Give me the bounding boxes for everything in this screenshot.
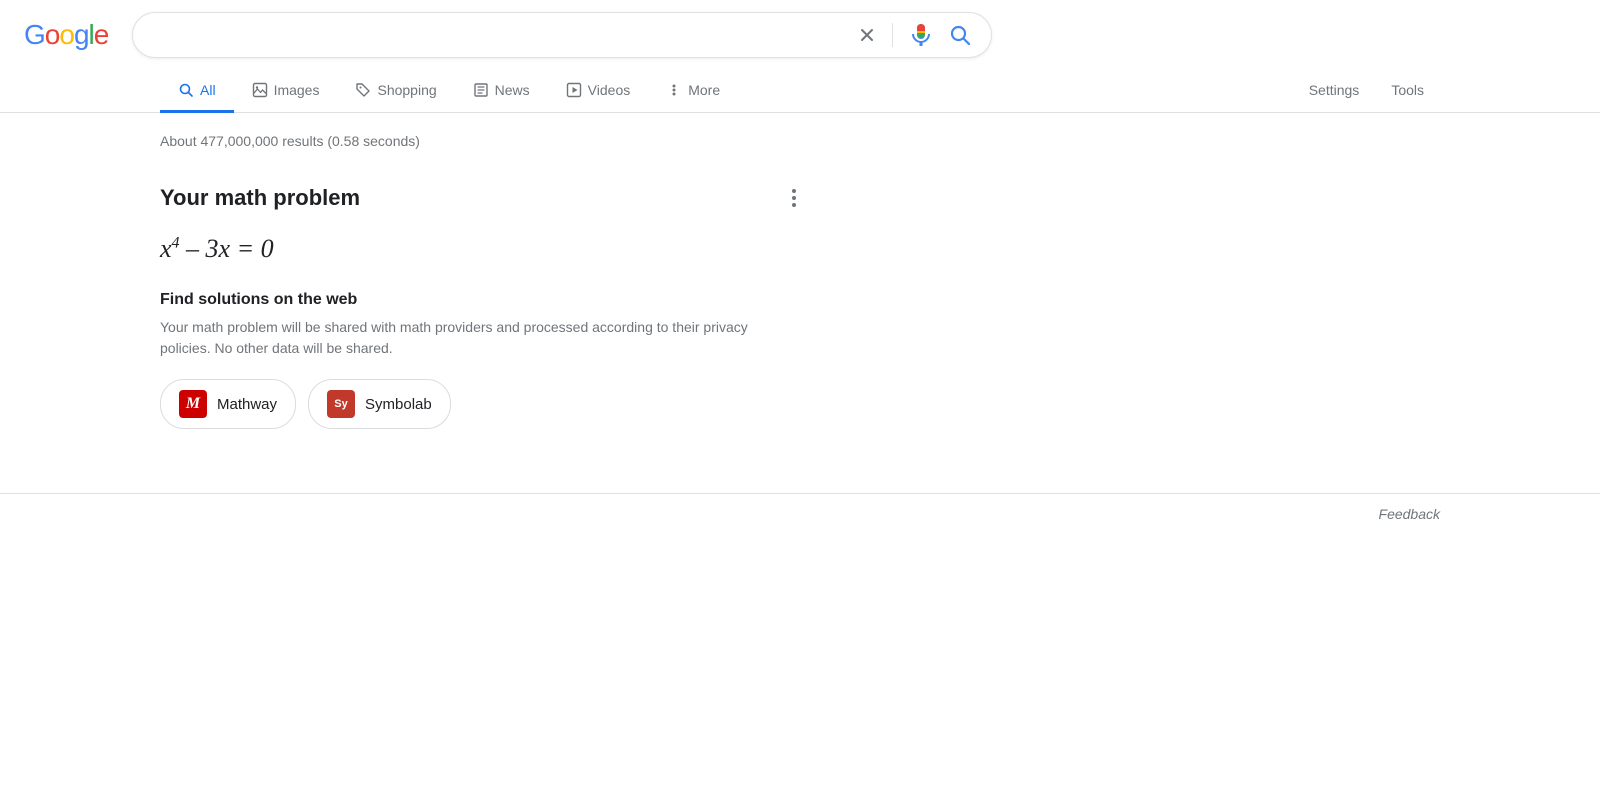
google-logo: Google bbox=[24, 19, 108, 51]
math-equation: x4 – 3x = 0 bbox=[160, 231, 800, 267]
divider bbox=[892, 23, 893, 47]
card-menu-button[interactable] bbox=[788, 185, 800, 211]
symbolab-logo-text: Sy bbox=[334, 398, 347, 410]
mathway-logo-text: M bbox=[186, 395, 200, 413]
logo-letter-o2: o bbox=[59, 19, 74, 51]
voice-search-button[interactable] bbox=[905, 19, 937, 51]
math-card: Your math problem x4 – 3x = 0 Find solut… bbox=[160, 169, 800, 453]
logo-letter-g2: g bbox=[74, 19, 89, 51]
main-content: About 477,000,000 results (0.58 seconds)… bbox=[0, 113, 960, 453]
close-icon bbox=[858, 26, 876, 44]
tab-videos[interactable]: Videos bbox=[548, 70, 649, 113]
search-icon bbox=[178, 82, 194, 98]
page-footer: Feedback bbox=[0, 493, 1600, 534]
tab-news[interactable]: News bbox=[455, 70, 548, 113]
dot-1 bbox=[792, 189, 796, 193]
find-solutions-title: Find solutions on the web bbox=[160, 291, 800, 309]
solver-buttons: M Mathway Sy Symbolab bbox=[160, 379, 800, 429]
tab-images[interactable]: Images bbox=[234, 70, 338, 113]
mathway-button[interactable]: M Mathway bbox=[160, 379, 296, 429]
dot-3 bbox=[792, 203, 796, 207]
settings-button[interactable]: Settings bbox=[1293, 70, 1376, 113]
logo-letter-g: G bbox=[24, 19, 45, 51]
nav-tabs: All Images Shopping New bbox=[0, 70, 1600, 113]
tag-icon bbox=[355, 82, 371, 98]
tab-shopping-label: Shopping bbox=[377, 82, 436, 98]
microphone-icon bbox=[909, 23, 933, 47]
tools-label: Tools bbox=[1391, 82, 1424, 98]
dots-vertical-icon bbox=[666, 82, 682, 98]
symbolab-label: Symbolab bbox=[365, 396, 432, 413]
tab-shopping[interactable]: Shopping bbox=[337, 70, 454, 113]
math-card-title: Your math problem bbox=[160, 185, 800, 211]
tab-more[interactable]: More bbox=[648, 70, 738, 113]
logo-letter-o1: o bbox=[45, 19, 60, 51]
search-icon bbox=[949, 24, 971, 46]
search-bar: x^4 - 3x = 0 bbox=[132, 12, 992, 58]
logo-letter-e: e bbox=[94, 19, 109, 51]
dot-2 bbox=[792, 196, 796, 200]
header: Google x^4 - 3x = 0 bbox=[0, 0, 1600, 70]
tab-videos-label: Videos bbox=[588, 82, 631, 98]
tab-more-label: More bbox=[688, 82, 720, 98]
tools-button[interactable]: Tools bbox=[1375, 70, 1440, 113]
image-icon bbox=[252, 82, 268, 98]
search-input[interactable]: x^4 - 3x = 0 bbox=[149, 26, 846, 44]
newspaper-icon bbox=[473, 82, 489, 98]
clear-search-button[interactable] bbox=[854, 22, 880, 48]
symbolab-button[interactable]: Sy Symbolab bbox=[308, 379, 451, 429]
tab-images-label: Images bbox=[274, 82, 320, 98]
find-solutions-desc: Your math problem will be shared with ma… bbox=[160, 317, 800, 359]
tab-news-label: News bbox=[495, 82, 530, 98]
results-stats: About 477,000,000 results (0.58 seconds) bbox=[160, 129, 800, 149]
tab-all[interactable]: All bbox=[160, 70, 234, 113]
settings-label: Settings bbox=[1309, 82, 1360, 98]
feedback-link[interactable]: Feedback bbox=[1379, 506, 1440, 522]
tab-all-label: All bbox=[200, 82, 216, 98]
symbolab-logo: Sy bbox=[327, 390, 355, 418]
mathway-label: Mathway bbox=[217, 396, 277, 413]
search-button[interactable] bbox=[945, 20, 975, 50]
play-icon bbox=[566, 82, 582, 98]
mathway-logo: M bbox=[179, 390, 207, 418]
